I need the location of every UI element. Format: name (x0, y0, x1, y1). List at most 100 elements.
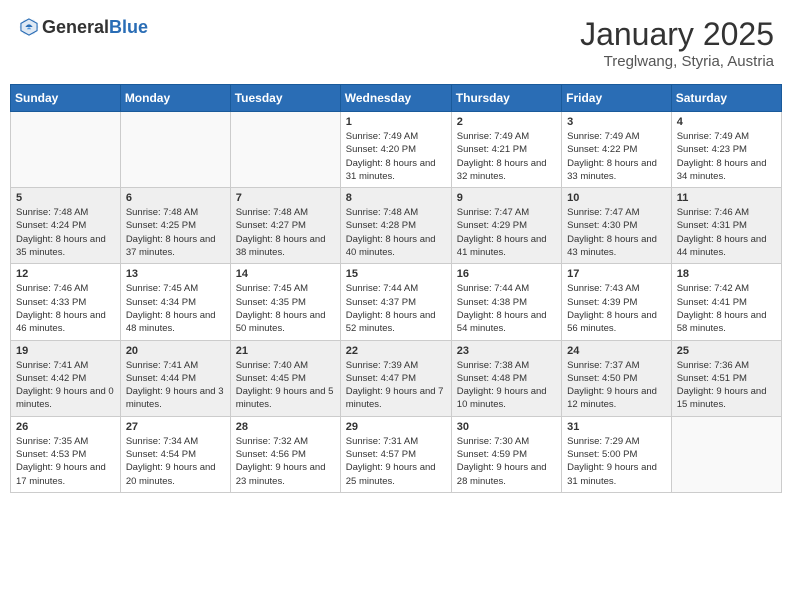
calendar-cell: 21Sunrise: 7:40 AMSunset: 4:45 PMDayligh… (230, 340, 340, 416)
day-info-line: Sunrise: 7:42 AM (677, 282, 776, 295)
day-info-line: Sunrise: 7:36 AM (677, 359, 776, 372)
weekday-header-thursday: Thursday (451, 85, 561, 112)
day-number: 12 (16, 268, 115, 280)
day-info-line: Sunset: 4:50 PM (567, 372, 666, 385)
calendar-cell: 23Sunrise: 7:38 AMSunset: 4:48 PMDayligh… (451, 340, 561, 416)
location-title: Treglwang, Styria, Austria (580, 53, 774, 70)
day-info-line: Sunrise: 7:45 AM (126, 282, 225, 295)
day-info-line: Sunset: 4:59 PM (457, 448, 556, 461)
day-info-line: Daylight: 8 hours and 35 minutes. (16, 233, 115, 260)
day-info-line: Daylight: 8 hours and 46 minutes. (16, 309, 115, 336)
day-number: 29 (346, 421, 446, 433)
day-info-line: Sunset: 4:29 PM (457, 219, 556, 232)
calendar-cell: 18Sunrise: 7:42 AMSunset: 4:41 PMDayligh… (671, 264, 781, 340)
day-info-line: Sunrise: 7:41 AM (126, 359, 225, 372)
day-info-line: Daylight: 8 hours and 32 minutes. (457, 157, 556, 184)
day-info-line: Daylight: 9 hours and 3 minutes. (126, 385, 225, 412)
day-info-line: Sunset: 4:42 PM (16, 372, 115, 385)
day-number: 26 (16, 421, 115, 433)
day-info-line: Daylight: 8 hours and 31 minutes. (346, 157, 446, 184)
day-info-line: Sunset: 4:45 PM (236, 372, 335, 385)
calendar-cell: 30Sunrise: 7:30 AMSunset: 4:59 PMDayligh… (451, 416, 561, 492)
day-info-line: Daylight: 8 hours and 56 minutes. (567, 309, 666, 336)
calendar-cell: 3Sunrise: 7:49 AMSunset: 4:22 PMDaylight… (562, 112, 672, 188)
day-info-line: Daylight: 8 hours and 40 minutes. (346, 233, 446, 260)
day-number: 7 (236, 192, 335, 204)
weekday-header-row: SundayMondayTuesdayWednesdayThursdayFrid… (11, 85, 782, 112)
day-info-line: Daylight: 9 hours and 20 minutes. (126, 461, 225, 488)
calendar-cell: 5 Sunrise: 7:48 AMSunset: 4:24 PMDaylight… (11, 188, 121, 264)
calendar-cell: 10Sunrise: 7:47 AMSunset: 4:30 PMDayligh… (562, 188, 672, 264)
day-info-line: Sunset: 4:25 PM (126, 219, 225, 232)
day-number: 16 (457, 268, 556, 280)
logo-icon (18, 16, 40, 38)
day-info-line: Sunset: 4:24 PM (16, 219, 115, 232)
day-info-line: Daylight: 9 hours and 28 minutes. (457, 461, 556, 488)
calendar-cell: 24Sunrise: 7:37 AMSunset: 4:50 PMDayligh… (562, 340, 672, 416)
day-info-line: Daylight: 9 hours and 23 minutes. (236, 461, 335, 488)
logo-general: General (42, 17, 109, 37)
day-info-line: Daylight: 9 hours and 15 minutes. (677, 385, 776, 412)
day-number: 3 (567, 116, 666, 128)
day-number: 4 (677, 116, 776, 128)
day-info-line: Daylight: 8 hours and 34 minutes. (677, 157, 776, 184)
day-info-line: Sunrise: 7:49 AM (457, 130, 556, 143)
logo-blue-text: Blue (109, 17, 148, 37)
day-info-line: Sunrise: 7:32 AM (236, 435, 335, 448)
day-info-line: Daylight: 9 hours and 0 minutes. (16, 385, 115, 412)
day-number: 5 (16, 192, 115, 204)
day-number: 9 (457, 192, 556, 204)
day-info-line: Sunrise: 7:47 AM (457, 206, 556, 219)
day-info-line: Sunset: 4:54 PM (126, 448, 225, 461)
day-number: 15 (346, 268, 446, 280)
calendar-cell: 16Sunrise: 7:44 AMSunset: 4:38 PMDayligh… (451, 264, 561, 340)
day-info-line: Sunset: 5:00 PM (567, 448, 666, 461)
day-info-line: Daylight: 8 hours and 48 minutes. (126, 309, 225, 336)
day-info-line: Sunrise: 7:49 AM (567, 130, 666, 143)
day-info-line: Sunrise: 7:44 AM (457, 282, 556, 295)
calendar-cell: 1Sunrise: 7:49 AMSunset: 4:20 PMDaylight… (340, 112, 451, 188)
day-number: 28 (236, 421, 335, 433)
day-info-line: Sunrise: 7:48 AM (236, 206, 335, 219)
weekday-header-wednesday: Wednesday (340, 85, 451, 112)
day-info-line: Sunrise: 7:49 AM (346, 130, 446, 143)
day-info-line: Sunrise: 7:48 AM (16, 206, 115, 219)
day-info-line: Sunrise: 7:40 AM (236, 359, 335, 372)
logo-text: GeneralBlue (42, 17, 148, 38)
day-info-line: Daylight: 9 hours and 10 minutes. (457, 385, 556, 412)
day-info-line: Sunrise: 7:30 AM (457, 435, 556, 448)
day-info-line: Sunrise: 7:49 AM (677, 130, 776, 143)
day-info-line: Sunrise: 7:48 AM (126, 206, 225, 219)
day-info-line: Sunrise: 7:37 AM (567, 359, 666, 372)
calendar-cell: 15Sunrise: 7:44 AMSunset: 4:37 PMDayligh… (340, 264, 451, 340)
day-info-line: Daylight: 8 hours and 44 minutes. (677, 233, 776, 260)
day-info-line: Sunset: 4:23 PM (677, 143, 776, 156)
calendar-cell: 20Sunrise: 7:41 AMSunset: 4:44 PMDayligh… (120, 340, 230, 416)
day-info-line: Sunrise: 7:29 AM (567, 435, 666, 448)
day-info-line: Daylight: 8 hours and 41 minutes. (457, 233, 556, 260)
day-info-line: Sunrise: 7:46 AM (16, 282, 115, 295)
day-info-line: Daylight: 9 hours and 5 minutes. (236, 385, 335, 412)
month-title: January 2025 (580, 16, 774, 53)
calendar-cell: 29Sunrise: 7:31 AMSunset: 4:57 PMDayligh… (340, 416, 451, 492)
day-info-line: Sunset: 4:48 PM (457, 372, 556, 385)
day-number: 20 (126, 345, 225, 357)
calendar-week-row: 1Sunrise: 7:49 AMSunset: 4:20 PMDaylight… (11, 112, 782, 188)
day-info-line: Sunset: 4:37 PM (346, 296, 446, 309)
calendar-week-row: 5Sunrise: 7:48 AMSunset: 4:24 PMDaylight… (11, 188, 782, 264)
day-info-line: Sunrise: 7:31 AM (346, 435, 446, 448)
day-info-line: Sunrise: 7:44 AM (346, 282, 446, 295)
calendar-cell (120, 112, 230, 188)
day-number: 8 (346, 192, 446, 204)
weekday-header-monday: Monday (120, 85, 230, 112)
day-info-line: Sunrise: 7:34 AM (126, 435, 225, 448)
calendar-cell: 8Sunrise: 7:48 AMSunset: 4:28 PMDaylight… (340, 188, 451, 264)
calendar-cell: 27Sunrise: 7:34 AMSunset: 4:54 PMDayligh… (120, 416, 230, 492)
day-info-line: Daylight: 9 hours and 17 minutes. (16, 461, 115, 488)
calendar-week-row: 26Sunrise: 7:35 AMSunset: 4:53 PMDayligh… (11, 416, 782, 492)
day-info-line: Sunset: 4:21 PM (457, 143, 556, 156)
weekday-header-sunday: Sunday (11, 85, 121, 112)
day-info-line: Daylight: 9 hours and 31 minutes. (567, 461, 666, 488)
day-info-line: Sunset: 4:47 PM (346, 372, 446, 385)
day-info-line: Sunrise: 7:45 AM (236, 282, 335, 295)
